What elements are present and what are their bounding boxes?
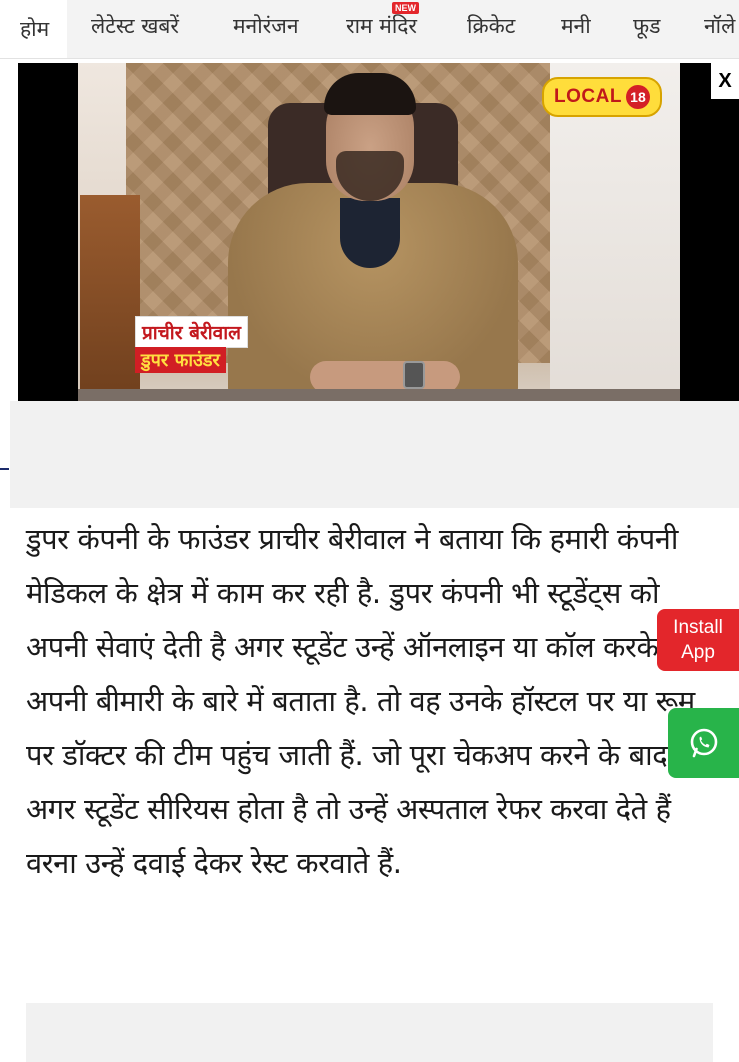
whatsapp-share-button[interactable] [668,708,739,778]
local18-logo: LOCAL 18 [542,77,662,117]
article-paragraph: डुपर कंपनी के फाउंडर प्राचीर बेरीवाल ने … [26,522,695,880]
new-badge: NEW [392,2,419,14]
video-player[interactable]: LOCAL 18 प्राचीर बेरीवाल डुपर फाउंडर [18,63,739,401]
nav-item-food[interactable]: फूड [633,12,660,40]
top-nav: होम लेटेस्ट खबरें मनोरंजन राम मंदिर NEW … [0,0,739,59]
nav-item-entertainment[interactable]: मनोरंजन [233,12,298,40]
desk [78,389,680,401]
install-label: Install [673,617,723,638]
video-frame[interactable]: LOCAL 18 प्राचीर बेरीवाल डुपर फाउंडर [78,63,680,401]
caption-role: डुपर फाउंडर [135,347,226,373]
nav-item-money[interactable]: मनी [561,12,591,40]
bottom-ad-slot [26,1003,713,1062]
close-video-button[interactable]: X [711,63,739,99]
nav-item-label: राम मंदिर [346,14,417,38]
person-shirt [340,198,400,268]
cabinet [80,195,140,401]
logo-text: LOCAL [554,86,622,107]
nav-item-cricket[interactable]: क्रिकेट [467,12,515,40]
nav-item-home[interactable]: होम [0,0,68,58]
person-hair [324,73,416,115]
logo-number: 18 [625,85,650,109]
nav-item-latest-news[interactable]: लेटेस्ट खबरें [91,12,179,40]
caption-name: प्राचीर बेरीवाल [135,316,249,348]
install-app-button[interactable]: Install App [657,609,739,671]
nav-item-ram-mandir[interactable]: राम मंदिर NEW [346,2,419,40]
ad-marker [0,468,9,470]
app-label: App [681,642,715,663]
nav-item-knowledge[interactable]: नॉले [704,12,735,40]
whatsapp-icon [690,728,717,758]
ad-slot [10,401,739,508]
watch-icon [403,361,425,389]
